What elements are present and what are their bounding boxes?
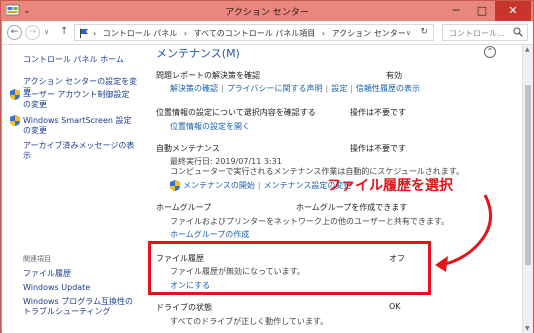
uac-shield-icon (10, 89, 20, 100)
breadcrumb-control-panel[interactable]: コントロール パネル (103, 29, 178, 38)
sidebar-item-archived-messages[interactable]: アーカイブ済みメッセージの表示 (23, 141, 138, 161)
title-bar: ⌄ アクション センター ─ □ ✕ (1, 1, 533, 21)
recent-locations-dropdown[interactable]: ∨ (44, 28, 49, 36)
up-button[interactable]: ↑ (60, 26, 68, 37)
search-icon[interactable] (513, 27, 523, 37)
drive-status-status: OK (389, 302, 401, 311)
location-settings-link[interactable]: 位置情報の設定を開く (170, 121, 250, 132)
path-box[interactable]: › コントロール パネル › すべてのコントロール パネル項目 › アクション … (74, 24, 434, 41)
window: ⌄ アクション センター ─ □ ✕ ← → ∨ ↑ › コントロール パネル … (0, 0, 534, 333)
close-button[interactable]: ✕ (495, 1, 531, 21)
location-status: 操作は不要です (350, 108, 406, 117)
sidebar-item-smartscreen[interactable]: Windows SmartScreen 設定の変更 (23, 116, 135, 136)
sidebar-related-file-history[interactable]: ファイル履歴 (23, 269, 71, 279)
back-button[interactable]: ← (7, 25, 22, 40)
settings-link[interactable]: 設定 (331, 84, 347, 93)
homegroup-status: ホームグループを作成できます (296, 203, 408, 212)
reliability-history-link[interactable]: 信頼性履歴の表示 (356, 84, 420, 93)
breadcrumb-separator: › (93, 29, 97, 38)
breadcrumb: › コントロール パネル › すべてのコントロール パネル項目 › アクション … (93, 28, 410, 39)
collapse-icon[interactable]: ⌃ (484, 46, 496, 58)
check-solutions-link[interactable]: 解決策の確認 (170, 84, 218, 93)
location-label: 位置情報の設定について選択内容を確認する (156, 108, 316, 117)
sidebar-item-uac-settings[interactable]: ユーザー アカウント制御設定の変更 (23, 90, 133, 110)
related-header: 関連項目 (23, 255, 51, 263)
privacy-statement-link[interactable]: プライバシーに関する声明 (227, 84, 323, 93)
drive-status-desc: すべてのドライブが正しく動作しています。 (170, 317, 329, 326)
maximize-button[interactable]: □ (469, 1, 495, 21)
breadcrumb-separator[interactable]: › (184, 29, 187, 38)
problem-reports-status: 有効 (386, 71, 402, 80)
sidebar-related-windows-update[interactable]: Windows Update (23, 283, 90, 293)
address-bar: ← → ∨ ↑ › コントロール パネル › すべてのコントロール パネル項目 … (2, 21, 533, 45)
vertical-scrollbar[interactable]: ▲ ▼ (522, 45, 533, 333)
create-homegroup-link[interactable]: ホームグループの作成 (170, 229, 249, 240)
path-dropdown-icon[interactable]: ∨ (406, 29, 411, 37)
scroll-down-icon[interactable]: ▼ (525, 325, 530, 332)
refresh-icon[interactable]: ↻ (420, 27, 428, 37)
breadcrumb-action-center[interactable]: アクション センター (332, 29, 406, 38)
breadcrumb-separator[interactable]: › (322, 29, 325, 38)
sidebar: コントロール パネル ホーム アクション センターの設定を変更 ユーザー アカウ… (2, 45, 138, 333)
forward-button[interactable]: → (25, 25, 40, 40)
sidebar-control-panel-home[interactable]: コントロール パネル ホーム (23, 55, 124, 65)
search-input[interactable]: コントロール... (449, 28, 505, 39)
annotation-text: ファイル履歴を選択 (327, 178, 453, 194)
homegroup-desc: ファイルおよびプリンターをネットワーク上の他のユーザーと共有できます。 (170, 217, 450, 226)
highlight-box (148, 241, 431, 295)
scroll-up-icon[interactable]: ▲ (525, 46, 530, 53)
scrollbar-thumb[interactable] (525, 85, 531, 265)
section-title-maintenance[interactable]: メンテナンス(M) (156, 45, 240, 61)
minimize-button[interactable]: ─ (443, 1, 469, 21)
problem-reports-label: 問題レポートの解決策を確認 (156, 71, 260, 80)
auto-maintenance-label: 自動メンテナンス (156, 144, 220, 153)
flag-icon (80, 28, 88, 38)
uac-shield-icon (170, 180, 180, 191)
search-box[interactable]: コントロール... (442, 24, 528, 41)
drive-status-label: ドライブの状態 (156, 303, 212, 312)
sidebar-related-compat-troubleshooting[interactable]: Windows プログラム互換性のトラブルシューティング (23, 297, 135, 317)
auto-maintenance-status: 操作は不要です (350, 144, 406, 153)
uac-shield-icon (10, 115, 20, 126)
breadcrumb-all-items[interactable]: すべてのコントロール パネル項目 (194, 29, 316, 38)
homegroup-label: ホームグループ (156, 203, 212, 212)
problem-reports-links: 解決策の確認 | プライバシーに関する声明 | 設定 | 信頼性履歴の表示 (170, 84, 420, 93)
start-maintenance-link[interactable]: メンテナンスの開始 (183, 181, 255, 190)
